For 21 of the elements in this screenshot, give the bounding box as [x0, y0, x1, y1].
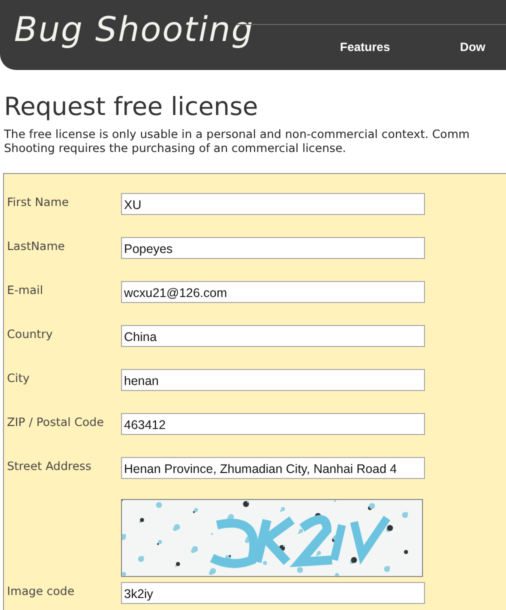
nav-link[interactable]: Features [340, 40, 390, 54]
field-label: ZIP / Postal Code [7, 414, 105, 429]
input-field[interactable]: henan [121, 369, 425, 391]
field-label: E-mail [7, 282, 44, 297]
input-field[interactable]: Henan Province, Zhumadian City, Nanhai Road 4 [121, 457, 425, 479]
input-field[interactable]: China [121, 325, 425, 347]
field-label: Country [7, 326, 54, 341]
input-field[interactable]: 3k2iy [121, 582, 425, 604]
field-label: City [7, 370, 31, 385]
intro-text: The free license is only usable in a personal and non-commercial context. Comm Shooting requires the purchasing of an commercial license. [4, 127, 471, 155]
nav-link[interactable]: Dow [460, 40, 486, 54]
field-label: First Name [7, 194, 70, 209]
logo[interactable]: Bug Shooting [14, 10, 314, 50]
input-field[interactable]: wcxu21@126.com [121, 281, 425, 303]
field-label: Street Address [7, 458, 92, 473]
field-label: LastName [7, 238, 66, 253]
input-field[interactable]: 463412 [121, 413, 425, 435]
page-title: Request free license [4, 92, 260, 121]
input-field[interactable]: XU [121, 193, 425, 215]
input-field[interactable]: Popeyes [121, 237, 425, 259]
field-label: Image code [7, 583, 76, 598]
